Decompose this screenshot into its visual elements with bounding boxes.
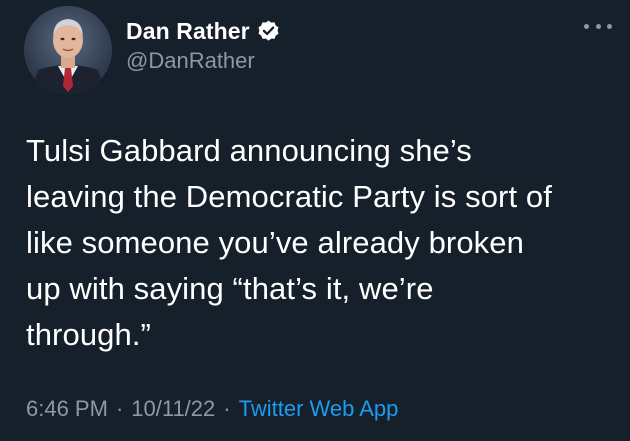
- meta-separator: ·: [223, 396, 231, 421]
- avatar-image: [24, 6, 112, 94]
- handle[interactable]: @DanRather: [126, 48, 281, 74]
- tweet-text: Tulsi Gabbard announcing she’s leaving t…: [26, 133, 552, 352]
- tweet-card: Dan Rather @DanRather Tulsi Gabbard anno…: [0, 0, 630, 441]
- more-dot: [584, 23, 589, 29]
- more-dot: [595, 23, 601, 29]
- tweet-time[interactable]: 6:46 PM: [26, 396, 108, 422]
- tweet-date[interactable]: 10/11/22: [131, 396, 215, 422]
- more-dot: [607, 23, 612, 29]
- author-name-row: Dan Rather: [126, 16, 281, 46]
- author-block: Dan Rather @DanRather: [126, 16, 281, 74]
- display-name[interactable]: Dan Rather: [126, 18, 250, 45]
- more-options-icon[interactable]: [584, 18, 612, 34]
- avatar[interactable]: [24, 6, 112, 94]
- tweet-meta: 6:46 PM · 10/11/22 · Twitter Web App: [26, 396, 398, 422]
- tweet-source-link[interactable]: Twitter Web App: [239, 396, 399, 422]
- meta-separator: ·: [115, 396, 124, 421]
- verified-badge-icon: [256, 19, 281, 44]
